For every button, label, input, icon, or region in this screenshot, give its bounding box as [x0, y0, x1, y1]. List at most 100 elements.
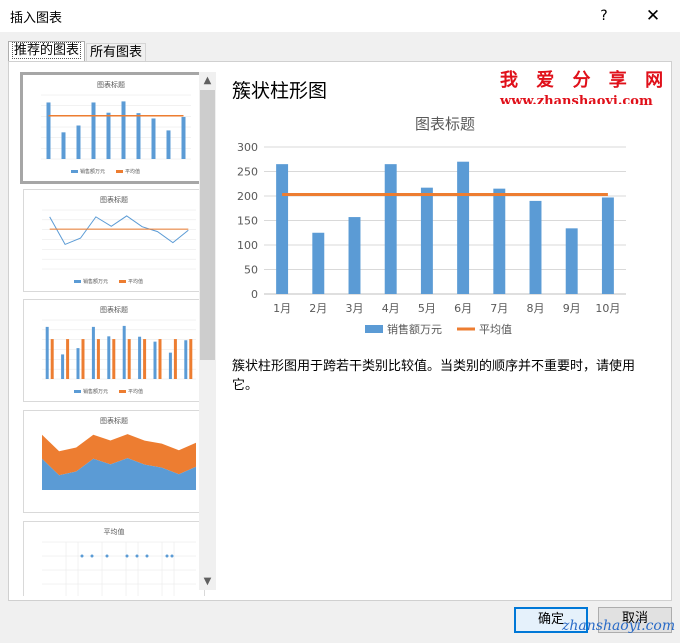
thumb-legend-label: 平均值	[128, 388, 143, 395]
y-tick-label: 0	[251, 288, 258, 301]
x-tick-label: 1月	[273, 302, 291, 315]
thumb-bar	[166, 130, 171, 159]
thumb-bar	[76, 348, 80, 379]
bar	[601, 197, 614, 294]
thumb-bar-average	[127, 339, 131, 379]
thumb-bar	[184, 340, 188, 379]
thumb-bar	[46, 102, 51, 159]
bar	[348, 217, 361, 294]
x-tick-label: 9月	[563, 302, 581, 315]
bar	[457, 161, 470, 294]
chart-title: 图表标题	[415, 115, 475, 133]
thumbnail-svg: 图表标题销售额万元 平均值	[42, 195, 196, 285]
x-tick-label: 4月	[382, 302, 400, 315]
thumb-legend-label: 销售额万元	[83, 278, 108, 285]
bar	[493, 188, 506, 294]
thumbnail-svg: 图表标题销售额万元 平均值	[42, 305, 196, 395]
y-tick-label: 150	[237, 215, 258, 228]
x-tick-label: 6月	[454, 302, 472, 315]
thumbnail-title: 平均值	[104, 527, 125, 536]
thumb-bar-average	[81, 339, 85, 379]
x-tick-label: 3月	[346, 302, 364, 315]
legend-label-average: 平均值	[479, 323, 512, 336]
thumb-point	[80, 554, 84, 558]
bar	[276, 164, 289, 294]
thumbnail-title: 图表标题	[100, 305, 128, 314]
thumb-point	[105, 554, 109, 558]
y-tick-label: 100	[237, 239, 258, 252]
watermark-bottom: zhanshaoyi.com	[562, 618, 676, 634]
y-tick-label: 200	[237, 190, 258, 203]
thumb-bar-average	[66, 339, 70, 379]
thumb-bar	[153, 341, 157, 379]
thumb-bar-average	[143, 339, 147, 379]
thumb-point	[125, 554, 129, 558]
thumbnail-title: 图表标题	[100, 195, 128, 204]
thumb-point	[170, 554, 174, 558]
thumb-bar-average	[173, 339, 177, 379]
thumbnail-bar-line-chart[interactable]: 图表标题销售额万元 平均值	[20, 72, 202, 184]
y-tick-label: 250	[237, 166, 258, 179]
dialog-title: 插入图表	[10, 11, 63, 26]
thumbnail-line-chart[interactable]: 图表标题销售额万元 平均值	[23, 189, 205, 292]
y-tick-label: 50	[244, 264, 258, 277]
thumb-bar	[107, 336, 111, 379]
thumbnail-scatter-chart[interactable]: 平均值	[23, 521, 205, 596]
help-button[interactable]: ?	[592, 5, 616, 27]
thumb-bar	[138, 336, 142, 379]
thumb-bar	[61, 354, 65, 379]
chart-description: 簇状柱形图用于跨若干类别比较值。当类别的顺序并不重要时，请使用它。	[232, 359, 636, 393]
scrollbar-thumb[interactable]	[200, 90, 215, 360]
thumb-legend-label: 销售额万元	[80, 168, 105, 175]
thumb-point	[165, 554, 169, 558]
tab-recommended-charts[interactable]: 推荐的图表	[8, 41, 86, 61]
chart-list-scrollbar[interactable]: ▲ ▼	[199, 72, 216, 590]
thumbnail-title: 图表标题	[100, 416, 128, 425]
thumb-bar	[181, 116, 186, 159]
thumbnail-clustered-bar-chart[interactable]: 图表标题销售额万元 平均值	[23, 299, 205, 402]
bar	[420, 187, 433, 294]
chart-preview: 图表标题 0 50 100 150 200 250 300 1月 2月 3月 4月 5月 6月 7月 8月 9月…	[231, 104, 637, 342]
scroll-down-icon[interactable]: ▼	[199, 573, 216, 590]
thumb-legend-swatch	[116, 170, 123, 173]
bar	[565, 228, 578, 294]
bar	[312, 232, 325, 294]
scroll-up-icon[interactable]: ▲	[199, 72, 216, 89]
thumbnail-svg: 图表标题销售额万元 平均值	[41, 80, 191, 175]
y-tick-label: 300	[237, 141, 258, 154]
bar	[384, 164, 397, 294]
thumb-bar	[168, 352, 172, 379]
close-button[interactable]: ✕	[640, 4, 666, 28]
bar	[529, 200, 542, 294]
thumb-series-line	[49, 215, 189, 246]
thumb-legend-label: 平均值	[128, 278, 143, 285]
thumb-bar	[136, 113, 141, 159]
thumbnail-title: 图表标题	[97, 80, 125, 89]
tab-recommended-label: 推荐的图表	[12, 42, 82, 59]
thumb-bar	[45, 326, 49, 379]
tab-all-label: 所有图表	[90, 45, 143, 60]
x-tick-label: 7月	[490, 302, 508, 315]
thumbnail-svg: 平均值	[42, 527, 196, 596]
thumb-bar	[151, 118, 156, 159]
thumb-legend-swatch	[74, 280, 81, 283]
chart-preview-svg: 图表标题 0 50 100 150 200 250 300 1月 2月 3月 4月 5月 6月 7月 8月 9月…	[237, 115, 626, 336]
thumb-bar-average	[189, 339, 193, 379]
thumb-legend-label: 平均值	[125, 168, 140, 175]
thumb-bar	[106, 112, 111, 159]
x-tick-label: 8月	[527, 302, 545, 315]
thumb-point	[90, 554, 94, 558]
thumb-bar	[91, 102, 96, 159]
thumb-legend-swatch	[119, 280, 126, 283]
tab-all-charts[interactable]: 所有图表	[86, 43, 147, 61]
thumb-bar	[91, 326, 95, 379]
x-tick-label: 10月	[595, 302, 620, 315]
thumb-point	[145, 554, 149, 558]
thumb-legend-label: 销售额万元	[83, 388, 108, 395]
legend-swatch-sales	[365, 325, 383, 333]
thumb-bar	[122, 325, 126, 379]
x-tick-label: 2月	[309, 302, 327, 315]
thumbnail-area-chart[interactable]: 图表标题	[23, 410, 205, 513]
thumb-point	[135, 554, 139, 558]
legend-label-sales: 销售额万元	[387, 322, 442, 336]
